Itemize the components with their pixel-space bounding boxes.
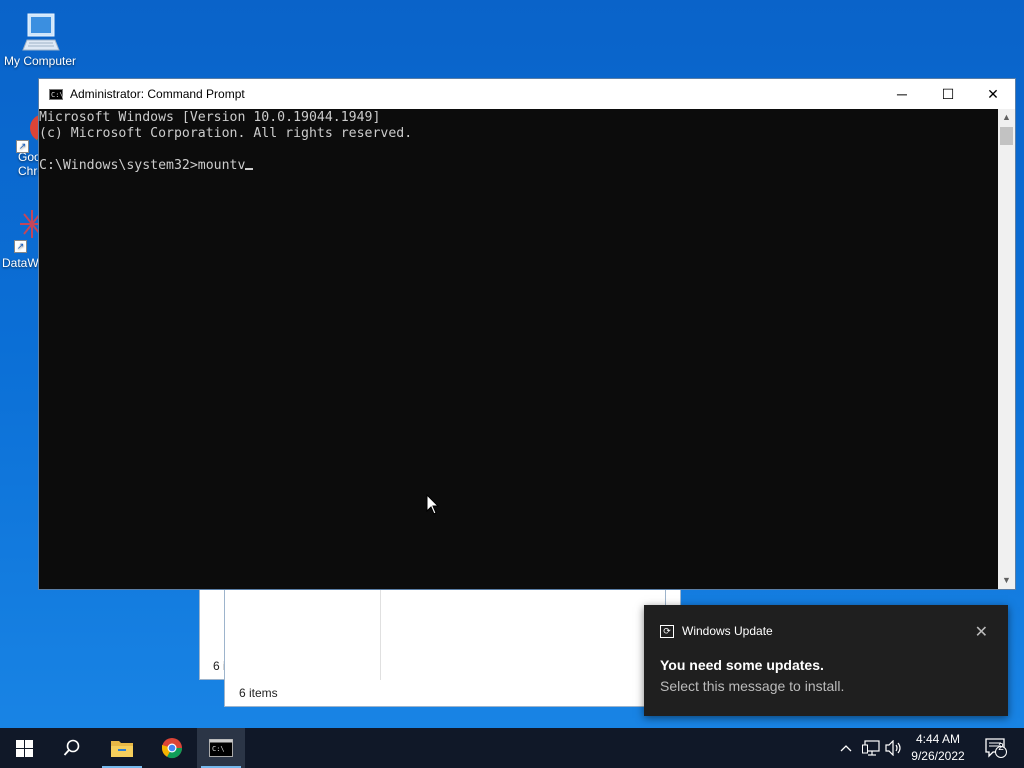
minimize-button[interactable]: ─ <box>879 79 925 109</box>
console-output[interactable]: Microsoft Windows [Version 10.0.19044.19… <box>39 109 999 590</box>
notification-count-badge: 2 <box>998 742 1004 753</box>
computer-icon <box>22 13 60 51</box>
scroll-down-arrow-icon[interactable]: ▼ <box>998 572 1015 589</box>
svg-text:C:\: C:\ <box>212 745 225 753</box>
network-icon <box>862 740 880 756</box>
folder-icon <box>111 741 133 757</box>
command-input-line[interactable]: C:\Windows\system32>mountv <box>39 158 999 174</box>
maximize-icon: ☐ <box>941 85 955 102</box>
start-button[interactable] <box>0 728 48 768</box>
scroll-up-arrow-icon[interactable]: ▲ <box>998 109 1015 126</box>
taskbar-clock[interactable]: 4:44 AM 9/26/2022 <box>906 731 970 765</box>
desktop-icon-my-computer[interactable]: My Computer <box>2 10 78 68</box>
desktop-icon-label: DataW <box>2 256 39 270</box>
scrollbar-thumb[interactable] <box>1000 127 1013 145</box>
notification-heading: You need some updates. <box>660 657 824 673</box>
chevron-up-icon <box>840 745 852 752</box>
search-button[interactable] <box>48 728 96 768</box>
desktop-icon-dataw[interactable]: ↗ DataW <box>2 206 42 270</box>
volume-button[interactable] <box>884 728 904 768</box>
mouse-pointer-icon <box>426 494 440 515</box>
text-cursor <box>245 168 254 170</box>
windows-update-notification[interactable]: ⟳ Windows Update ✕ You need some updates… <box>644 605 1008 716</box>
shortcut-arrow-icon: ↗ <box>14 240 27 253</box>
command-text: C:\Windows\system32>mountv <box>39 158 246 173</box>
chrome-icon <box>161 738 183 759</box>
notification-close-button[interactable]: ✕ <box>975 622 988 642</box>
action-center-button[interactable]: 2 <box>976 728 1016 768</box>
close-button[interactable]: ✕ <box>970 79 1016 109</box>
notification-body: Select this message to install. <box>660 678 845 694</box>
notification-header: ⟳ Windows Update <box>660 624 773 638</box>
clock-date: 9/26/2022 <box>911 749 965 763</box>
taskbar-command-prompt[interactable]: C:\ <box>197 728 245 768</box>
console-line: (c) Microsoft Corporation. All rights re… <box>39 126 413 141</box>
notification-app-name: Windows Update <box>682 624 773 638</box>
background-explorer-window-front[interactable]: 6 items <box>224 585 666 707</box>
close-icon: ✕ <box>987 85 999 102</box>
minimize-icon: ─ <box>897 86 907 102</box>
clock-time: 4:44 AM <box>915 732 961 746</box>
search-icon <box>63 739 80 756</box>
taskbar-chrome[interactable] <box>148 728 196 768</box>
speaker-icon <box>885 740 901 756</box>
taskbar: C:\ 4:44 AM 9/26/2022 2 <box>0 728 1024 768</box>
cmd-icon: C:\ <box>49 88 64 100</box>
maximize-button[interactable]: ☐ <box>925 79 971 109</box>
console-line: Microsoft Windows [Version 10.0.19044.19… <box>39 110 381 125</box>
pane-divider <box>380 586 381 680</box>
command-prompt-window[interactable]: C:\ Administrator: Command Prompt ─ ☐ ✕ … <box>38 78 1016 590</box>
windows-update-icon: ⟳ <box>660 624 674 638</box>
show-hidden-icons-button[interactable] <box>836 728 856 768</box>
network-button[interactable] <box>860 728 882 768</box>
app-icon <box>20 210 42 238</box>
vertical-scrollbar[interactable]: ▲ ▼ <box>998 109 1015 589</box>
cmd-icon: C:\ <box>209 739 233 757</box>
desktop-icon-label: My Computer <box>3 54 77 68</box>
windows-logo-icon <box>15 739 33 757</box>
window-title: Administrator: Command Prompt <box>70 87 245 101</box>
taskbar-file-explorer[interactable] <box>98 728 146 768</box>
status-bar-text: 6 items <box>239 686 278 700</box>
shortcut-arrow-icon: ↗ <box>16 140 29 153</box>
title-bar[interactable]: C:\ Administrator: Command Prompt ─ ☐ ✕ <box>39 79 1015 109</box>
